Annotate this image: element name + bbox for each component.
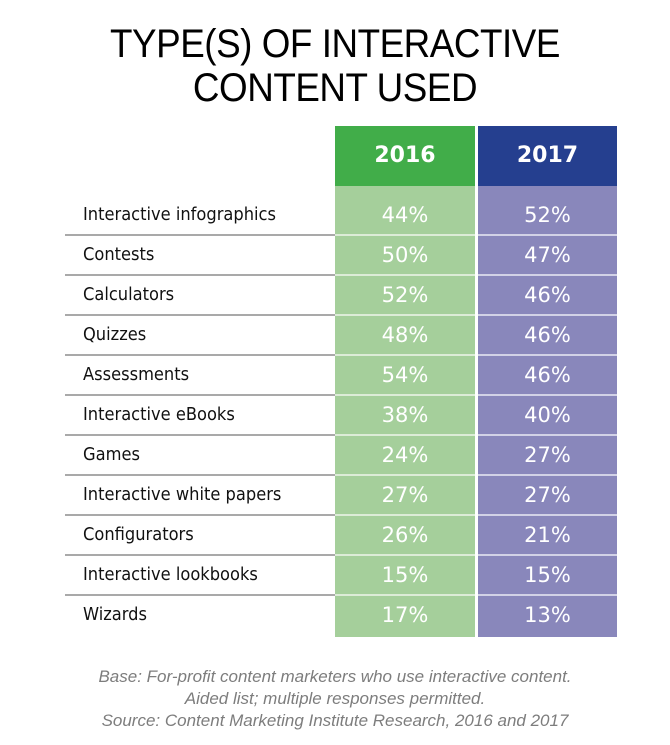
value-cell-2016: 26% [381, 523, 429, 547]
column-header-2017: 2017 [478, 126, 617, 186]
row-label: Interactive lookbooks [83, 565, 258, 585]
row-label: Interactive eBooks [83, 405, 235, 425]
table-row: Quizzes 48% 46% [0, 315, 670, 355]
value-cell-2016: 48% [381, 323, 429, 347]
row-label: Assessments [83, 365, 190, 385]
row-label: Interactive white papers [83, 485, 282, 505]
value-cell-2016: 17% [381, 603, 429, 627]
value-cell-2016: 54% [381, 363, 429, 387]
column-header-2016: 2016 [335, 126, 475, 186]
footnote-source: Source: Content Marketing Institute Rese… [101, 711, 569, 730]
value-cell-2017: 46% [524, 323, 571, 347]
row-label: Contests [83, 245, 155, 265]
table-row: Wizards 17% 13% [0, 595, 670, 635]
row-label: Wizards [83, 605, 147, 625]
value-cell-2017: 47% [524, 243, 571, 267]
value-cell-2017: 46% [524, 363, 571, 387]
table-row: Interactive eBooks 38% 40% [0, 395, 670, 435]
footnote-aided-list: Aided list; multiple responses permitted… [184, 689, 486, 708]
data-table: 2016 2017 Interactive infographics 44% 52%… [0, 0, 670, 650]
value-cell-2017: 52% [524, 203, 571, 227]
row-label: Configurators [83, 525, 194, 545]
row-label: Calculators [83, 285, 175, 305]
table-row: Interactive infographics 44% 52% [0, 195, 670, 235]
footnote: Base: For-profit content marketers who u… [0, 666, 670, 732]
table-row: Calculators 52% 46% [0, 275, 670, 315]
row-label: Games [83, 445, 140, 465]
value-cell-2016: 15% [381, 563, 429, 587]
footnote-base: Base: For-profit content marketers who u… [98, 667, 572, 686]
value-cell-2016: 44% [381, 203, 429, 227]
table-row: Configurators 26% 21% [0, 515, 670, 555]
value-cell-2017: 40% [524, 403, 571, 427]
value-cell-2016: 24% [381, 443, 429, 467]
value-cell-2016: 52% [381, 283, 429, 307]
table-row: Contests 50% 47% [0, 235, 670, 275]
value-cell-2016: 50% [381, 243, 429, 267]
value-cell-2017: 27% [524, 443, 571, 467]
value-cell-2016: 38% [381, 403, 429, 427]
row-label: Quizzes [83, 325, 147, 345]
table-row: Interactive lookbooks 15% 15% [0, 555, 670, 595]
value-cell-2017: 13% [524, 603, 571, 627]
value-cell-2017: 21% [524, 523, 571, 547]
table-row: Assessments 54% 46% [0, 355, 670, 395]
table-row: Interactive white papers 27% 27% [0, 475, 670, 515]
row-label: Interactive infographics [83, 205, 276, 225]
value-cell-2016: 27% [381, 483, 429, 507]
value-cell-2017: 15% [524, 563, 571, 587]
value-cell-2017: 46% [524, 283, 571, 307]
table-row: Games 24% 27% [0, 435, 670, 475]
value-cell-2017: 27% [524, 483, 571, 507]
